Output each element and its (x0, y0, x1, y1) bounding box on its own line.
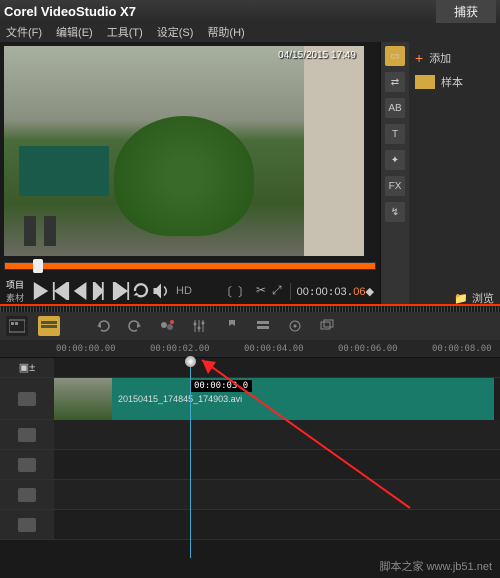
video-track-header[interactable] (0, 378, 54, 420)
transition-icon[interactable]: ⇄ (385, 72, 405, 92)
go-end-button[interactable] (112, 282, 130, 300)
ruler-tick: 00:00:02.00 (150, 344, 210, 354)
mixer-button[interactable] (188, 316, 210, 336)
sample-thumb-icon (415, 75, 435, 89)
seek-bar[interactable] (4, 262, 376, 270)
scene-pool (19, 146, 109, 196)
add-folder-row[interactable]: + 添加 (413, 46, 496, 70)
title-track-icon (18, 458, 36, 472)
menu-edit[interactable]: 编辑(E) (56, 24, 93, 40)
browse-button[interactable]: 📁 浏览 (454, 290, 494, 306)
ruler-tick: 00:00:00.00 (56, 344, 116, 354)
timeline-view-button[interactable] (38, 316, 60, 336)
folder-icon: 📁 (454, 292, 468, 305)
timeline-tracks: ▣± 00:00:03 0 20150415_174845_174903.avi (0, 358, 500, 540)
path-icon[interactable]: ↯ (385, 202, 405, 222)
scene-tree (114, 116, 254, 236)
media-icon[interactable]: ▭ (385, 46, 405, 66)
play-button[interactable] (32, 282, 50, 300)
filter-icon[interactable]: FX (385, 176, 405, 196)
mode-project[interactable]: 项目 (6, 278, 24, 291)
ruler-tick: 00:00:08.00 (432, 344, 492, 354)
scene-building (304, 46, 364, 256)
timeline-ruler[interactable]: 00:00:00.00 00:00:02.00 00:00:04.00 00:0… (0, 340, 500, 358)
voice-track-header[interactable] (0, 480, 54, 510)
clip-thumbnail (54, 378, 112, 420)
hd-label: HD (176, 285, 192, 297)
marker-button[interactable] (220, 316, 242, 336)
tab-capture[interactable]: 捕获 (436, 0, 496, 23)
timeline-toolbar (0, 312, 500, 340)
storyboard-view-button[interactable] (6, 316, 28, 336)
playhead[interactable] (190, 358, 191, 558)
track-header-controls[interactable]: ▣± (0, 358, 54, 378)
volume-button[interactable] (152, 282, 170, 300)
title-bar: Corel VideoStudio X7 捕获 (0, 0, 500, 22)
scene-person (24, 216, 36, 246)
overlay-track-header[interactable] (0, 420, 54, 450)
plus-icon: + (415, 50, 423, 66)
preview-panel: 04/15/2015 17:49 项目 素材 HD (0, 42, 380, 304)
mode-clip[interactable]: 素材 (6, 291, 24, 304)
prev-frame-button[interactable] (72, 282, 90, 300)
menu-tools[interactable]: 工具(T) (107, 24, 143, 40)
track-headers: ▣± (0, 358, 54, 540)
preview-viewport[interactable]: 04/15/2015 17:49 (4, 46, 364, 256)
expand-icon[interactable]: ⤢ (272, 283, 282, 300)
title-icon-ab[interactable]: AB (385, 98, 405, 118)
sample-row[interactable]: 样本 (413, 70, 496, 94)
clip-filename: 20150415_174845_174903.avi (118, 394, 242, 404)
graphic-icon[interactable]: ✦ (385, 150, 405, 170)
scene-person (44, 216, 56, 246)
menu-file[interactable]: 文件(F) (6, 24, 42, 40)
music-track-header[interactable] (0, 510, 54, 540)
menu-bar: 文件(F) 编辑(E) 工具(T) 设定(S) 帮助(H) (0, 22, 500, 42)
overlay-track-icon (18, 428, 36, 442)
ruler-tick: 00:00:04.00 (244, 344, 304, 354)
sample-label: 样本 (441, 74, 463, 90)
mode-toggle[interactable]: 项目 素材 (6, 278, 24, 304)
track-button[interactable] (252, 316, 274, 336)
voice-track-icon (18, 488, 36, 502)
menu-help[interactable]: 帮助(H) (207, 24, 244, 40)
seek-handle[interactable] (33, 259, 43, 273)
undo-button[interactable] (92, 316, 114, 336)
split-icon[interactable]: ✂ (256, 283, 266, 300)
disc-button[interactable] (284, 316, 306, 336)
redo-button[interactable] (124, 316, 146, 336)
watermark-text: 脚本之家 www.jb51.net (380, 558, 492, 574)
app-title: Corel VideoStudio X7 (4, 4, 136, 19)
mark-in-icon[interactable]: 〔 (220, 283, 232, 300)
transport-bar: 项目 素材 HD 〔 〕 ✂ ⤢ 00 (4, 274, 376, 308)
add-label: 添加 (429, 50, 451, 66)
go-start-button[interactable] (52, 282, 70, 300)
music-track-icon (18, 518, 36, 532)
video-track-icon (18, 392, 36, 406)
title-track-header[interactable] (0, 450, 54, 480)
batch-button[interactable] (316, 316, 338, 336)
menu-settings[interactable]: 设定(S) (157, 24, 194, 40)
video-clip[interactable]: 00:00:03 0 20150415_174845_174903.avi (54, 378, 494, 420)
clip-timecode: 00:00:03 0 (190, 380, 252, 392)
ruler-tick: 00:00:06.00 (338, 344, 398, 354)
browse-label: 浏览 (472, 290, 494, 306)
library-toolbar: ▭ ⇄ AB T ✦ FX ↯ (381, 42, 409, 304)
library-panel: ▭ ⇄ AB T ✦ FX ↯ + 添加 样本 (380, 42, 500, 304)
playhead-handle[interactable] (185, 356, 196, 367)
video-timestamp: 04/15/2015 17:49 (278, 50, 356, 61)
mark-out-icon[interactable]: 〕 (238, 283, 250, 300)
record-button[interactable] (156, 316, 178, 336)
next-frame-button[interactable] (92, 282, 110, 300)
track-area[interactable]: 00:00:03 0 20150415_174845_174903.avi (54, 358, 500, 540)
timecode-display[interactable]: 00:00:03.06◆ (297, 285, 374, 298)
loop-button[interactable] (132, 282, 150, 300)
title-icon-t[interactable]: T (385, 124, 405, 144)
